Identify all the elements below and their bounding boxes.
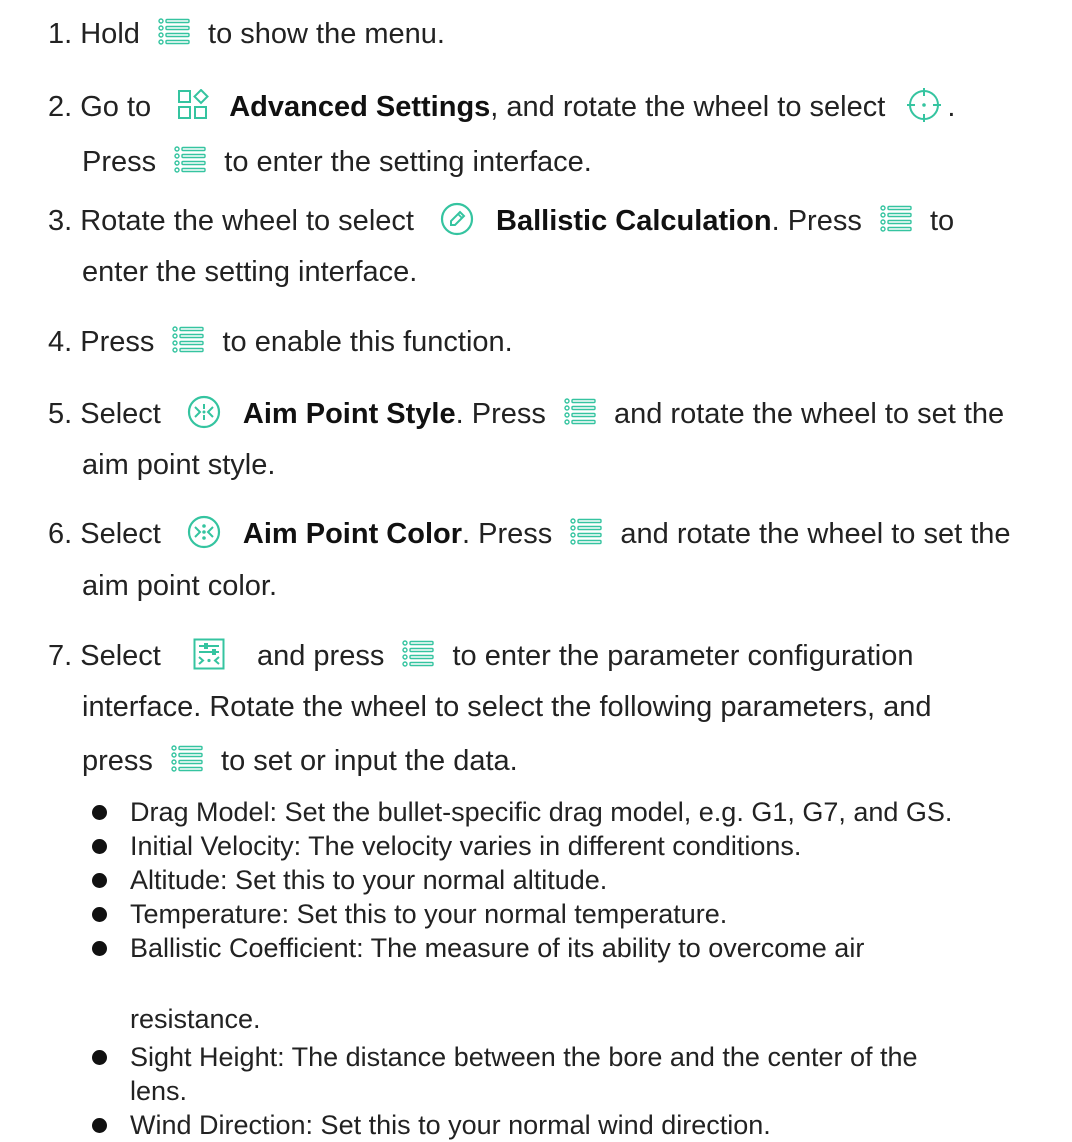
advanced-settings-label: Advanced Settings [229,91,491,123]
step-2-text-e: to enter the setting interface. [224,146,592,178]
step-2: 2. Go to Advanced Settings, and rotate t… [48,88,1058,125]
step-3-text-c: to [929,205,955,237]
ballistic-calculation-icon [440,202,474,236]
step-2-text-d: Press [82,146,157,178]
menu-list-icon [880,204,912,234]
step-5-text-b: . Press [455,398,546,430]
step-5-cont: aim point style. [82,447,1072,483]
list-item: Sight Height: The distance between the b… [82,1040,1072,1074]
step-6-text-c: and rotate the wheel to set the [620,518,1011,550]
step-3-text-b: . Press [771,205,862,237]
crosshair-icon [907,88,942,123]
menu-list-icon [570,517,603,547]
aim-point-color-label: Aim Point Color [242,518,463,550]
step-4: 4. Press to enable this function. [48,324,1058,360]
step-1-text-a: 1. Hold [48,18,140,50]
step-6-text-a: 6. Select [48,518,161,550]
list-item: Ballistic Coefficient: The measure of it… [82,931,1072,965]
step-6-text-b: . Press [462,518,553,550]
step-7-cont-1: interface. Rotate the wheel to select th… [82,689,1072,725]
parameter-config-icon [193,638,225,670]
step-4-text-a: 4. Press [48,326,155,358]
step-4-text-b: to enable this function. [222,326,513,358]
step-3-text-a: 3. Rotate the wheel to select [48,205,414,237]
step-7-text-d: interface. Rotate the wheel to select th… [82,691,932,723]
step-3: 3. Rotate the wheel to select Ballistic … [48,203,1058,239]
menu-list-icon [402,639,435,669]
step-7-text-b: and press [256,640,385,672]
step-7-text-c: to enter the parameter configuration [452,640,914,672]
list-item-continuation: lens. [130,1076,188,1106]
parameter-list-2: Sight Height: The distance between the b… [82,1040,1072,1074]
step-3-cont: enter the setting interface. [82,254,1072,290]
step-5-text-a: 5. Select [48,398,161,430]
menu-list-icon [171,744,203,774]
list-item: Drag Model: Set the bullet-specific drag… [82,795,1072,829]
list-item-continuation: resistance. [130,1004,261,1034]
step-5-text-d: aim point style. [82,449,276,481]
list-item: Wind Direction: Set this to your normal … [82,1108,1072,1142]
aim-point-color-icon [187,515,221,549]
step-7: 7. Select and press to enter the paramet… [48,638,1058,674]
step-7-text-a: 7. Select [48,640,161,672]
step-3-text-d: enter the setting interface. [82,256,418,288]
menu-list-icon [174,145,206,175]
parameter-list: Drag Model: Set the bullet-specific drag… [82,795,1072,965]
step-5: 5. Select Aim Point Style. Press and rot… [48,396,1058,432]
step-6: 6. Select Aim Point Color. Press and rot… [48,516,1058,552]
step-1: 1. Hold to show the menu. [48,16,1058,52]
step-7-cont-2: press to set or input the data. [82,743,1072,779]
parameter-list-3: Wind Direction: Set this to your normal … [82,1108,1072,1142]
menu-list-icon [158,17,190,47]
step-5-text-c: and rotate the wheel to set the [613,398,1005,430]
aim-point-style-label: Aim Point Style [242,398,456,430]
step-2-text-a: 2. Go to [48,91,152,123]
list-item: Altitude: Set this to your normal altitu… [82,863,1072,897]
step-6-cont: aim point color. [82,568,1072,604]
aim-point-style-icon [187,395,221,429]
advanced-settings-icon [177,89,211,121]
step-6-text-d: aim point color. [82,570,278,602]
menu-list-icon [172,325,205,355]
step-2-cont: Press to enter the setting interface. [82,144,1072,180]
list-item: Initial Velocity: The velocity varies in… [82,829,1072,863]
menu-list-icon [564,397,596,427]
step-7-text-e: press [82,745,153,777]
step-7-text-f: to set or input the data. [221,745,518,777]
ballistic-calculation-label: Ballistic Calculation [496,205,772,237]
manual-page: 1. Hold to show the menu. 2. Go to Advan… [0,0,1072,1142]
step-2-text-c: . [947,91,956,123]
step-1-text-b: to show the menu. [208,18,445,50]
step-2-text-b: , and rotate the wheel to select [490,91,886,123]
list-item: Temperature: Set this to your normal tem… [82,897,1072,931]
